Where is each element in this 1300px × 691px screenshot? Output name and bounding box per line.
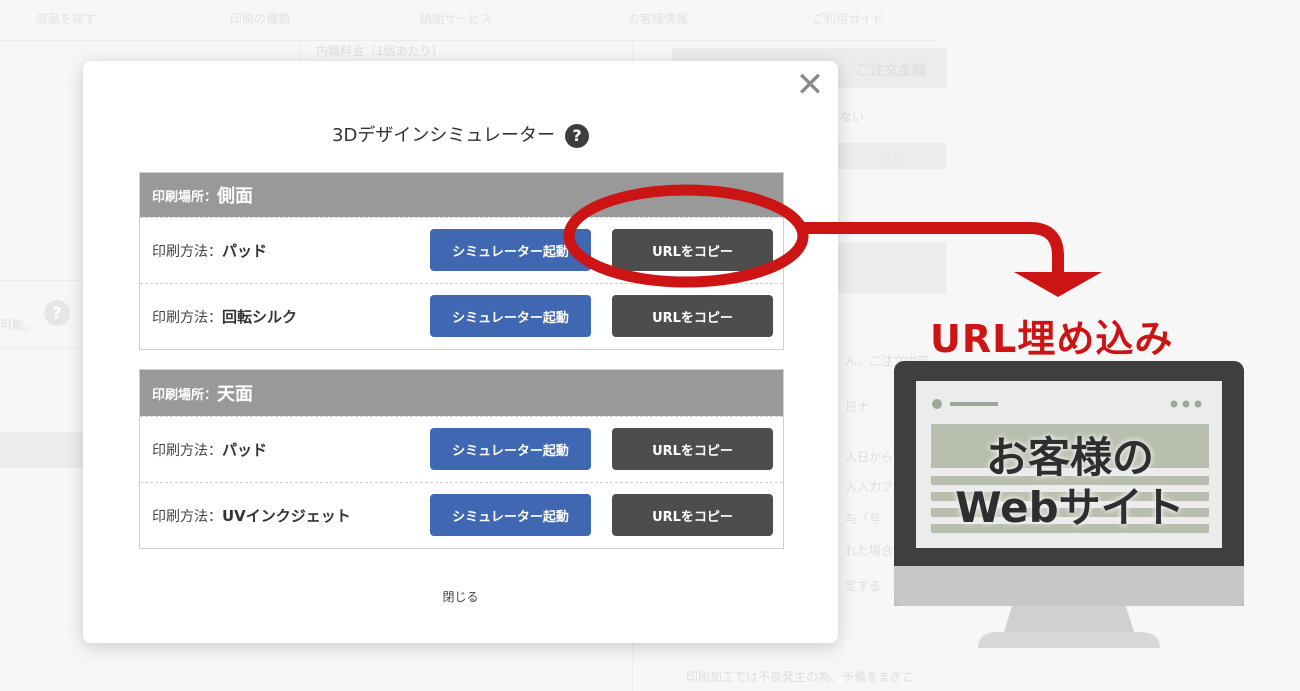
arrow-line <box>803 222 1064 276</box>
arrow-head-icon <box>1014 272 1102 297</box>
highlight-ellipse <box>563 184 809 288</box>
customer-site-label-line2: Webサイト <box>955 483 1185 532</box>
embed-label: URL埋め込み <box>930 317 1174 361</box>
